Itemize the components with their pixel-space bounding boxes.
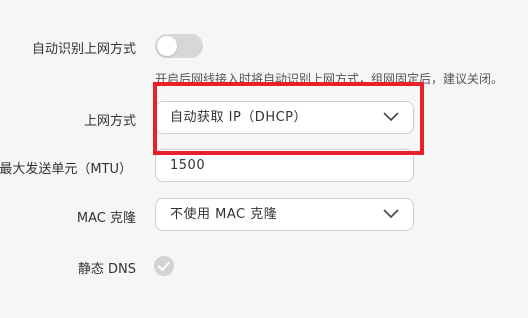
toggle-knob bbox=[157, 36, 177, 56]
mac-clone-label: MAC 克隆 bbox=[76, 211, 136, 226]
connection-type-value: 自动获取 IP（DHCP） bbox=[170, 110, 308, 125]
check-icon bbox=[158, 261, 170, 271]
static-dns-label: 静态 DNS bbox=[77, 262, 136, 277]
mtu-label: 最大发送单元（MTU） bbox=[0, 162, 132, 177]
static-dns-checkbox[interactable] bbox=[154, 256, 174, 276]
auto-detect-toggle[interactable] bbox=[155, 34, 203, 58]
mac-clone-value: 不使用 MAC 克隆 bbox=[170, 207, 278, 222]
mtu-input[interactable]: 1500 bbox=[155, 149, 414, 182]
mac-clone-select[interactable]: 不使用 MAC 克隆 bbox=[155, 198, 414, 231]
auto-detect-label: 自动识别上网方式 bbox=[31, 42, 136, 57]
connection-type-select[interactable]: 自动获取 IP（DHCP） bbox=[155, 101, 414, 134]
connection-type-label: 上网方式 bbox=[83, 114, 136, 129]
chevron-down-icon bbox=[383, 112, 399, 122]
chevron-down-icon bbox=[383, 209, 399, 219]
mtu-value: 1500 bbox=[170, 158, 206, 173]
auto-detect-hint: 开启后网线接入时将自动识别上网方式，组网固定后，建议关闭。 bbox=[155, 72, 504, 86]
